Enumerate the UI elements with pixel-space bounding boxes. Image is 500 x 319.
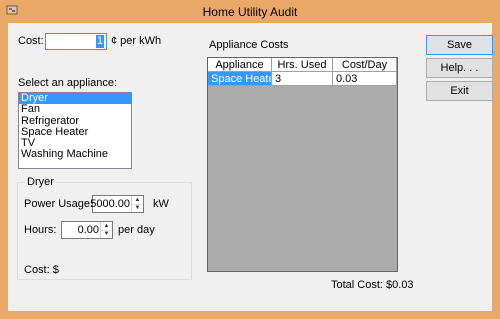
appliance-list-item[interactable]: Space Heater xyxy=(19,126,131,138)
app-window: Home Utility Audit Cost: 1 ¢ per kWh Sel… xyxy=(0,0,500,319)
cost-label: Cost: xyxy=(18,35,44,47)
cost-unit-label: ¢ per kWh xyxy=(111,35,162,47)
exit-button[interactable]: Exit xyxy=(426,81,493,101)
select-appliance-label: Select an appliance: xyxy=(18,77,118,89)
column-header-appliance[interactable]: Appliance xyxy=(208,58,272,72)
grid-header-row: Appliance Hrs. Used Cost/Day xyxy=(208,58,397,72)
table-cell[interactable]: Space Heater xyxy=(208,72,272,86)
appliance-list-item[interactable]: Washing Machine xyxy=(19,149,131,160)
power-usage-spinner[interactable]: 5000.00 ▲ ▼ xyxy=(90,195,144,213)
group-title: Dryer xyxy=(25,176,56,188)
save-button[interactable]: Save xyxy=(426,35,493,55)
hours-label: Hours: xyxy=(24,224,57,236)
appliance-listbox[interactable]: Dryer Fan Refrigerator Space Heater TV W… xyxy=(18,92,132,169)
power-spinner-arrows: ▲ ▼ xyxy=(131,196,143,212)
table-cell[interactable]: 3 xyxy=(272,72,333,86)
spin-down-icon[interactable]: ▼ xyxy=(132,204,143,212)
appliance-costs-title: Appliance Costs xyxy=(209,39,289,51)
window-title: Home Utility Audit xyxy=(202,5,298,19)
cost-input[interactable]: 1 xyxy=(45,33,107,50)
total-cost-label: Total Cost: $0.03 xyxy=(331,279,414,291)
form-client-area: Cost: 1 ¢ per kWh Select an appliance: D… xyxy=(8,23,493,311)
column-header-cost[interactable]: Cost/Day xyxy=(333,58,397,72)
hours-spinner[interactable]: 0.00 ▲ ▼ xyxy=(61,221,113,239)
hours-unit-label: per day xyxy=(118,224,155,236)
help-button[interactable]: Help. . . xyxy=(426,58,493,78)
spin-down-icon[interactable]: ▼ xyxy=(101,230,112,238)
power-unit-label: kW xyxy=(153,198,169,210)
appliance-cost-label: Cost: $ xyxy=(24,264,59,276)
title-bar[interactable]: Home Utility Audit xyxy=(0,0,500,22)
appliance-list-item[interactable]: Fan xyxy=(19,104,131,115)
hours-value: 0.00 xyxy=(77,224,99,236)
column-header-hours[interactable]: Hrs. Used xyxy=(272,58,333,72)
power-usage-value: 5000.00 xyxy=(90,198,130,210)
power-usage-label: Power Usage: xyxy=(24,198,94,210)
table-cell[interactable]: 0.03 xyxy=(333,72,397,86)
appliance-costs-grid[interactable]: Appliance Hrs. Used Cost/Day Space Heate… xyxy=(207,57,398,272)
hours-spinner-arrows: ▲ ▼ xyxy=(100,222,112,238)
cost-input-value: 1 xyxy=(95,35,104,48)
